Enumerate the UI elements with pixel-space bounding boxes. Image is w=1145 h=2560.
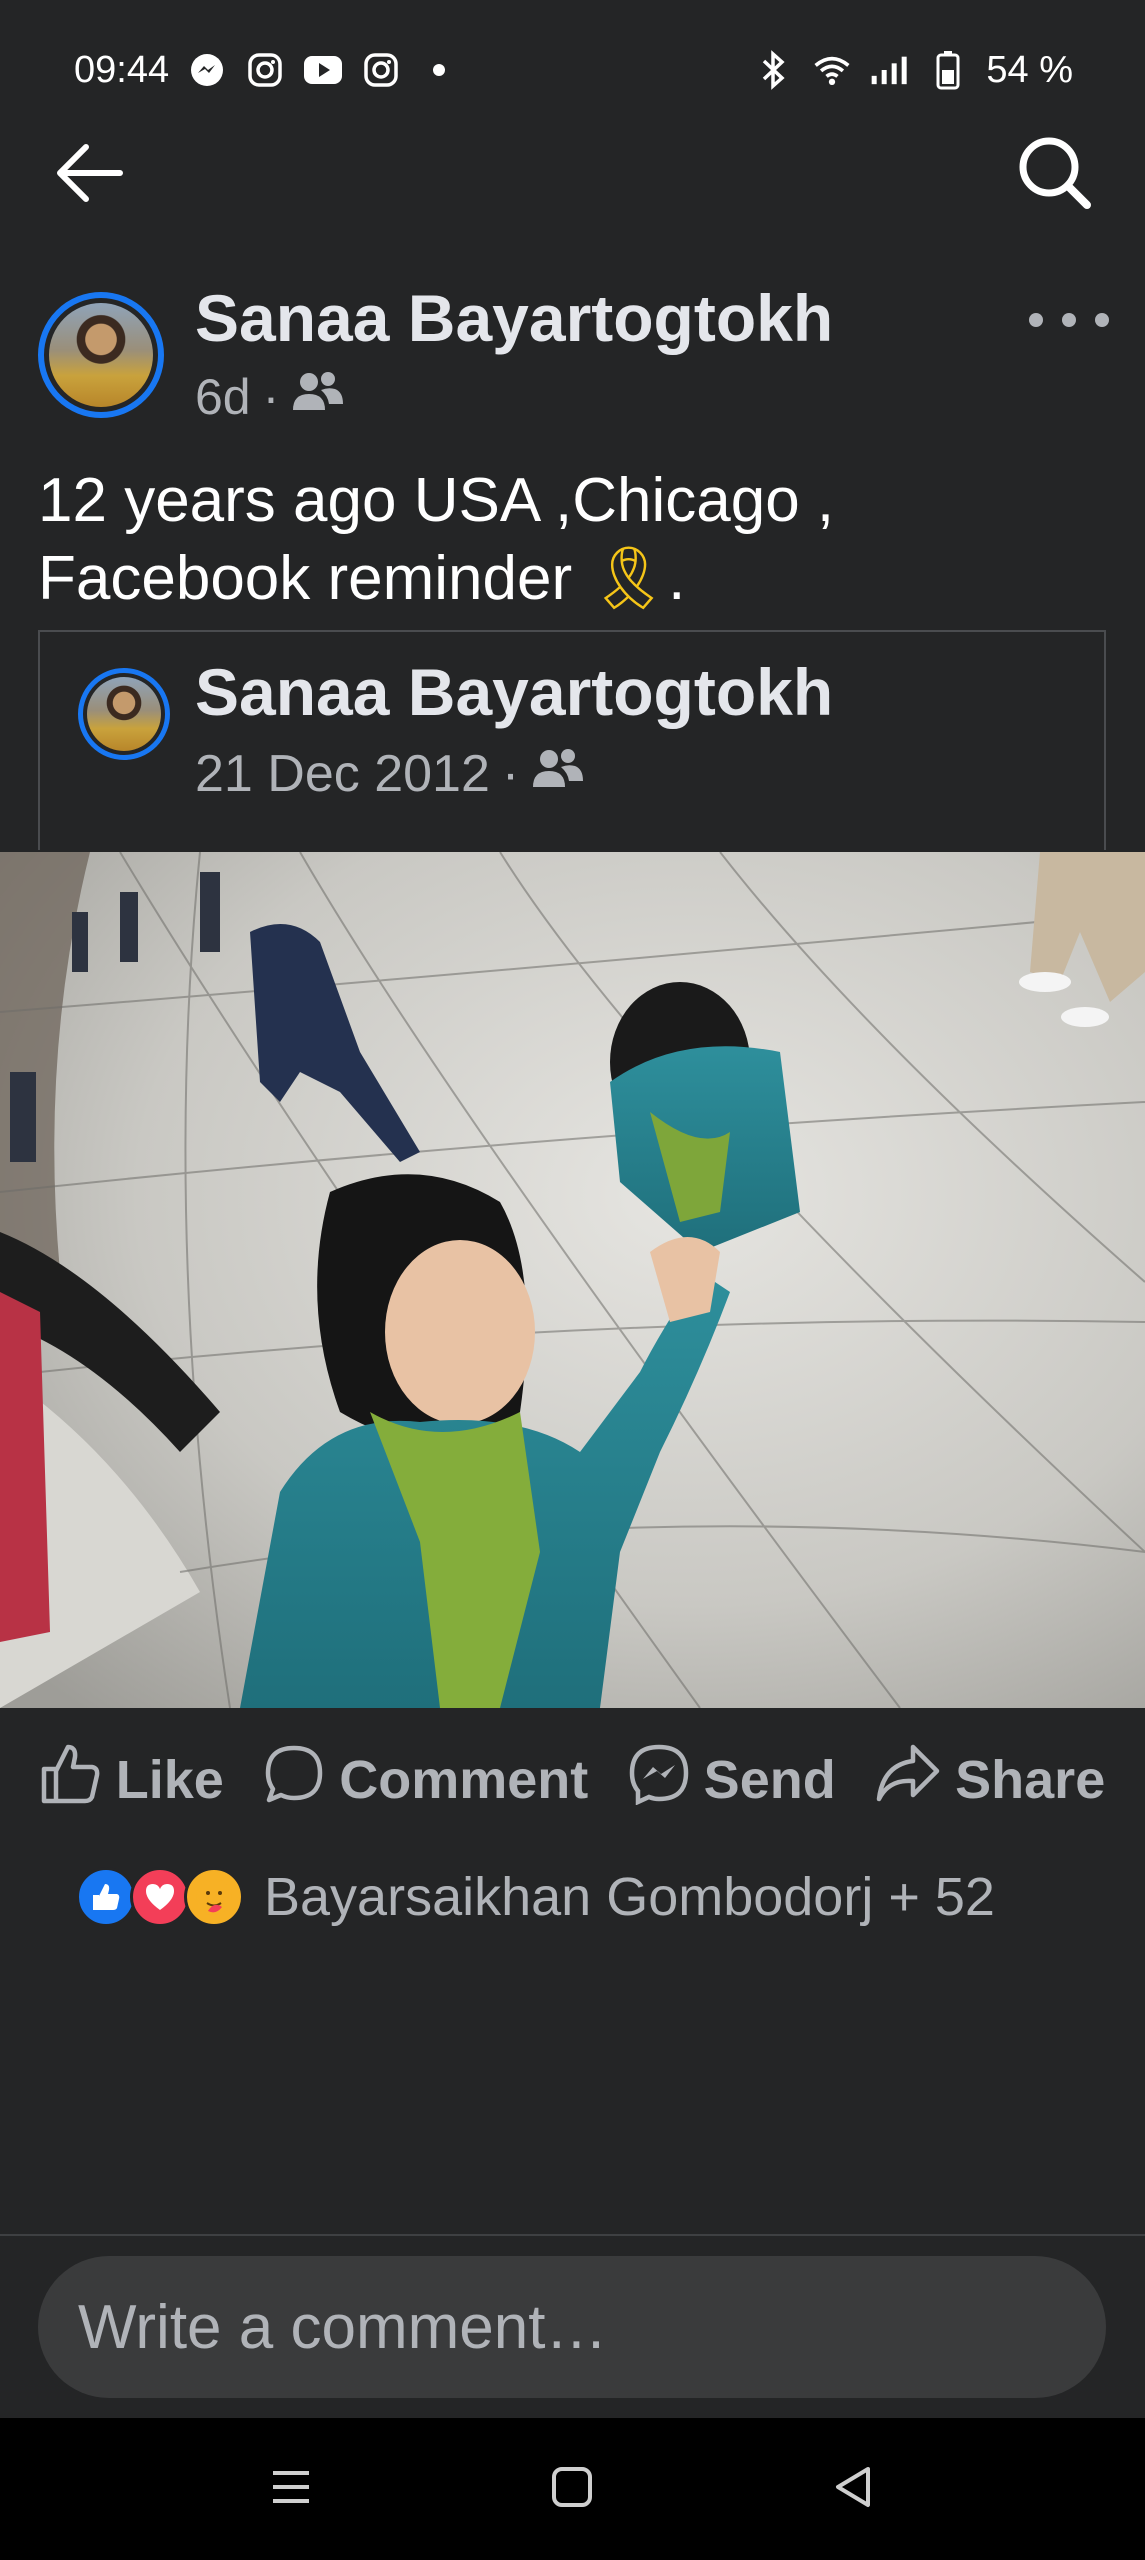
comment-icon xyxy=(263,1743,325,1818)
home-button[interactable] xyxy=(542,2459,602,2519)
post-photo[interactable] xyxy=(0,852,1145,1708)
photo-illustration xyxy=(0,852,1145,1708)
reactions-summary[interactable]: Bayarsaikhan Gombodorj + 52 xyxy=(76,1862,995,1932)
more-dot xyxy=(1029,313,1043,327)
more-dot xyxy=(1062,313,1076,327)
divider xyxy=(0,2234,1145,2236)
comment-input[interactable]: Write a comment… xyxy=(38,2256,1106,2398)
messenger-icon xyxy=(187,50,227,90)
back-icon xyxy=(832,2465,876,2514)
arrow-left-icon xyxy=(54,143,126,208)
more-dot xyxy=(1095,313,1109,327)
thumbs-up-icon xyxy=(40,1743,102,1818)
love-icon xyxy=(130,1867,190,1927)
post-text-line2-text: Facebook reminder xyxy=(38,544,590,613)
recents-icon xyxy=(269,2465,313,2514)
meta-separator: · xyxy=(262,369,280,425)
dot-icon xyxy=(419,50,459,90)
shared-post[interactable]: Sanaa Bayartogtokh 21 Dec 2012 · xyxy=(38,630,1106,850)
messenger-icon xyxy=(628,1743,690,1818)
post-text: 12 years ago USA ,Chicago , Facebook rem… xyxy=(38,462,1098,618)
post-time[interactable]: 6d xyxy=(195,368,251,426)
share-label: Share xyxy=(955,1750,1106,1810)
share-button[interactable]: Share xyxy=(875,1743,1105,1818)
post-text-line1: 12 years ago USA ,Chicago , xyxy=(38,466,835,535)
like-icon xyxy=(76,1867,136,1927)
instagram-icon xyxy=(245,50,285,90)
shared-avatar-image xyxy=(87,677,161,751)
battery-percent: 54 % xyxy=(986,48,1073,91)
system-nav-bar xyxy=(0,2418,1145,2560)
comment-button[interactable]: Comment xyxy=(263,1743,588,1818)
status-bar: 09:44 54 % xyxy=(0,0,1145,140)
avatar[interactable] xyxy=(38,292,164,418)
post-text-line2: Facebook reminder 🎗. xyxy=(38,540,1098,618)
share-icon xyxy=(875,1743,941,1818)
send-button[interactable]: Send xyxy=(628,1743,836,1818)
reactions-text: Bayarsaikhan Gombodorj + 52 xyxy=(264,1867,995,1927)
ribbon-icon: 🎗 xyxy=(589,544,669,613)
top-nav xyxy=(0,120,1145,230)
send-label: Send xyxy=(703,1750,836,1810)
like-button[interactable]: Like xyxy=(40,1743,224,1818)
post-header: Sanaa Bayartogtokh 6d · xyxy=(0,280,1145,430)
comment-label: Comment xyxy=(339,1750,589,1810)
signal-icon xyxy=(870,50,910,90)
comment-placeholder: Write a comment… xyxy=(78,2292,608,2362)
more-options-button[interactable] xyxy=(1029,300,1109,340)
avatar-image xyxy=(49,303,153,407)
post-meta: 6d · xyxy=(195,368,345,426)
bluetooth-icon xyxy=(754,50,794,90)
post-author[interactable]: Sanaa Bayartogtokh xyxy=(195,280,833,356)
post-text-end: . xyxy=(668,544,686,613)
friends-icon xyxy=(291,368,345,426)
status-time: 09:44 xyxy=(74,48,170,91)
meta-separator: · xyxy=(501,745,520,803)
search-button[interactable] xyxy=(1015,135,1095,215)
battery-icon xyxy=(928,50,968,90)
back-button[interactable] xyxy=(50,135,130,215)
system-back-button[interactable] xyxy=(824,2459,884,2519)
search-icon xyxy=(1017,135,1093,216)
youtube-icon xyxy=(303,50,343,90)
shared-avatar[interactable] xyxy=(78,668,170,760)
shared-meta: 21 Dec 2012 · xyxy=(195,744,585,804)
shared-date[interactable]: 21 Dec 2012 xyxy=(195,744,490,804)
shared-author[interactable]: Sanaa Bayartogtokh xyxy=(195,654,833,730)
friends-icon xyxy=(531,744,585,804)
recents-button[interactable] xyxy=(261,2459,321,2519)
home-icon xyxy=(550,2465,594,2514)
instagram-icon xyxy=(361,50,401,90)
wifi-icon xyxy=(812,50,852,90)
care-icon xyxy=(184,1867,244,1927)
action-bar: Like Comment Send Share xyxy=(0,1730,1145,1830)
like-label: Like xyxy=(115,1750,224,1810)
